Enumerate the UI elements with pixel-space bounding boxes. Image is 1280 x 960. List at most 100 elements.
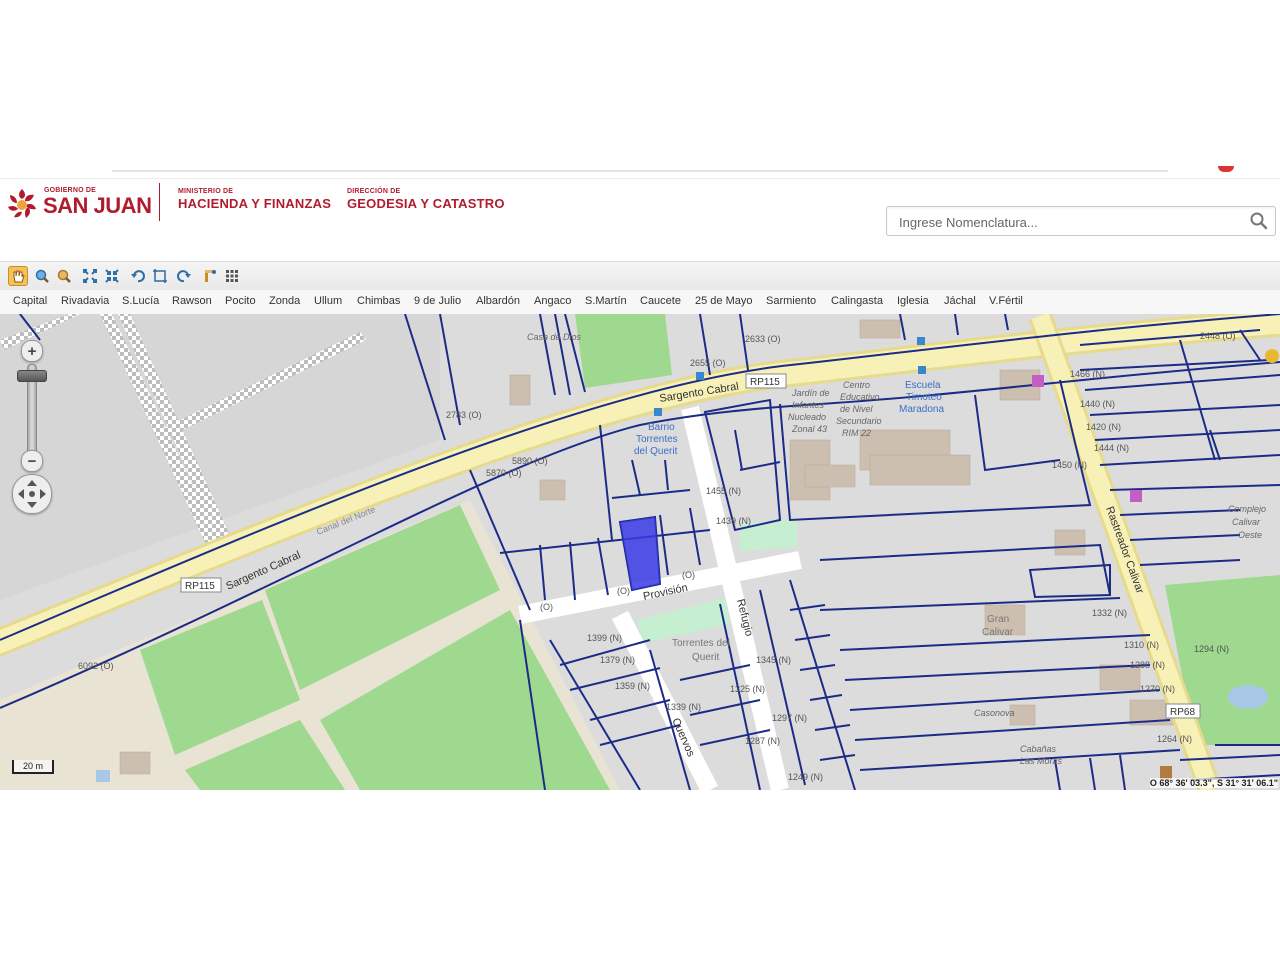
- zoom-in-tool-icon: [35, 269, 49, 283]
- parcel-number: 1439 (N): [716, 516, 751, 526]
- bus-stop-icon: [654, 408, 662, 416]
- dept-link-25-de-mayo[interactable]: 25 de Mayo: [695, 295, 752, 307]
- parcel-number: 5890 (O): [512, 456, 548, 466]
- map-canvas[interactable]: Sargento Cabral Sargento Cabral Provisió…: [0, 314, 1280, 790]
- zoom-extent-button[interactable]: [80, 266, 100, 286]
- school-icon: [918, 366, 926, 374]
- parcel-number: 1297 (N): [772, 713, 807, 723]
- place-label-barrio: Torrentes: [636, 434, 678, 445]
- dept-link-caucete[interactable]: Caucete: [640, 295, 681, 307]
- parcel-number: 1287 (N): [745, 736, 780, 746]
- place-label-escuela: Timoteo: [906, 392, 942, 403]
- parcel-number: 2448 (O): [1200, 331, 1236, 341]
- health-icon: [1130, 490, 1142, 502]
- parcel-number: 2633 (O): [745, 334, 781, 344]
- search-icon[interactable]: [1249, 211, 1269, 231]
- parcel-number: 1339 (N): [666, 702, 701, 712]
- place-label-cabanas: Las Moras: [1020, 756, 1063, 766]
- pan-tool-button[interactable]: [8, 266, 28, 286]
- place-label-casonova: Casonova: [974, 708, 1015, 718]
- measure-button[interactable]: [200, 266, 220, 286]
- bus-stop-icon: [696, 372, 704, 380]
- undo-button[interactable]: [128, 266, 148, 286]
- departments-bar: Capital Rivadavia S.Lucía Rawson Pocito …: [0, 290, 1280, 315]
- scale-bar: 20 m: [12, 760, 54, 774]
- pan-control[interactable]: [12, 474, 52, 514]
- dept-link-sarmiento[interactable]: Sarmiento: [766, 295, 816, 307]
- dept-link-rawson[interactable]: Rawson: [172, 295, 212, 307]
- place-label-complejo: Oeste: [1238, 530, 1262, 540]
- cadastral-map[interactable]: Sargento Cabral Sargento Cabral Provisió…: [0, 314, 1280, 790]
- pan-arrows-icon: [18, 480, 46, 508]
- full-extent-icon: [105, 269, 119, 283]
- dept-link-chimbas[interactable]: Chimbas: [357, 295, 400, 307]
- dept-link-calingasta[interactable]: Calingasta: [831, 295, 883, 307]
- dept-link-jachal[interactable]: Jáchal: [944, 295, 976, 307]
- undo-icon: [131, 270, 145, 283]
- dept-link-valle-fertil[interactable]: V.Fértil: [989, 295, 1023, 307]
- route-label-rp68: RP68: [1170, 707, 1195, 718]
- parcel-number: 1399 (N): [587, 633, 622, 643]
- dept-link-rivadavia[interactable]: Rivadavia: [61, 295, 109, 307]
- parcel-number: 1249 (N): [788, 772, 823, 782]
- place-label-centro: de Nivel: [840, 404, 874, 414]
- dept-link-san-martin[interactable]: S.Martín: [585, 295, 627, 307]
- parcel-number: 1420 (N): [1086, 422, 1121, 432]
- place-label-gran-calivar: Gran: [987, 614, 1009, 625]
- bus-stop-icon: [917, 337, 925, 345]
- nomenclature-search-input[interactable]: [897, 211, 1241, 233]
- zoom-out-button[interactable]: −: [21, 450, 43, 472]
- dept-link-9-de-julio[interactable]: 9 de Julio: [414, 295, 461, 307]
- nomenclature-search: [886, 206, 1276, 236]
- dept-link-zonda[interactable]: Zonda: [269, 295, 300, 307]
- parcel-number: 1294 (N): [1194, 644, 1229, 654]
- dept-link-angaco[interactable]: Angaco: [534, 295, 571, 307]
- dept-link-albardon[interactable]: Albardón: [476, 295, 520, 307]
- dept-link-ullum[interactable]: Ullum: [314, 295, 342, 307]
- logo-divider: [159, 183, 160, 221]
- place-label-barrio: del Querit: [634, 446, 678, 457]
- gov-name: SAN JUAN: [43, 193, 152, 218]
- place-label-escuela: Maradona: [899, 404, 944, 415]
- parcel-number: 1345 (N): [756, 655, 791, 665]
- parcel-number: 1450 (N): [1052, 460, 1087, 470]
- top-divider: [112, 170, 1168, 172]
- parcel-number: (O): [682, 570, 695, 580]
- place-label-complejo: Calivar: [1232, 517, 1261, 527]
- zoom-out-tool-button[interactable]: [54, 266, 74, 286]
- parcel-number: 1270 (N): [1140, 684, 1175, 694]
- zoom-control: + −: [12, 340, 52, 518]
- zoom-out-tool-icon: [57, 269, 71, 283]
- parcel-number: (O): [540, 602, 553, 612]
- pool: [96, 770, 110, 782]
- dept-link-santa-lucia[interactable]: S.Lucía: [122, 295, 159, 307]
- zoom-in-button[interactable]: +: [21, 340, 43, 362]
- parcel-number: 1332 (N): [1092, 608, 1127, 618]
- coordinates-readout: O 68° 36' 03.3", S 31° 31' 06.1": [1149, 778, 1278, 788]
- parcel-number: 1325 (N): [730, 684, 765, 694]
- redo-button[interactable]: [174, 266, 194, 286]
- place-label-jardin: Infantes: [792, 400, 825, 410]
- site-header: GOBIERNO DE SAN JUAN MINISTERIO DE HACIE…: [0, 178, 1280, 261]
- parcel-number: 5870 (O): [486, 468, 522, 478]
- parcel-number: 1440 (N): [1080, 399, 1115, 409]
- grid-icon: [226, 270, 238, 282]
- place-label-jardin: Zonal 43: [791, 424, 827, 434]
- dept-link-iglesia[interactable]: Iglesia: [897, 295, 929, 307]
- parcel-number: 1455 (N): [706, 486, 741, 496]
- zoom-in-tool-button[interactable]: [32, 266, 52, 286]
- grid-button[interactable]: [222, 266, 242, 286]
- route-label-rp115: RP115: [185, 581, 215, 592]
- top-accent-mark: [1218, 166, 1234, 172]
- place-label-centro: Educativo: [840, 392, 880, 402]
- zoom-box-button[interactable]: [150, 266, 170, 286]
- dept-link-pocito[interactable]: Pocito: [225, 295, 256, 307]
- place-label-escuela: Escuela: [905, 380, 941, 391]
- parcel-number: (O): [617, 586, 630, 596]
- place-label-torrentes: Torrentes del: [672, 638, 730, 649]
- zoom-slider-handle[interactable]: [17, 370, 47, 382]
- ministry-name: HACIENDA Y FINANZAS: [178, 196, 332, 211]
- minus-icon: −: [27, 452, 37, 470]
- dept-link-capital[interactable]: Capital: [13, 295, 47, 307]
- full-extent-button[interactable]: [102, 266, 122, 286]
